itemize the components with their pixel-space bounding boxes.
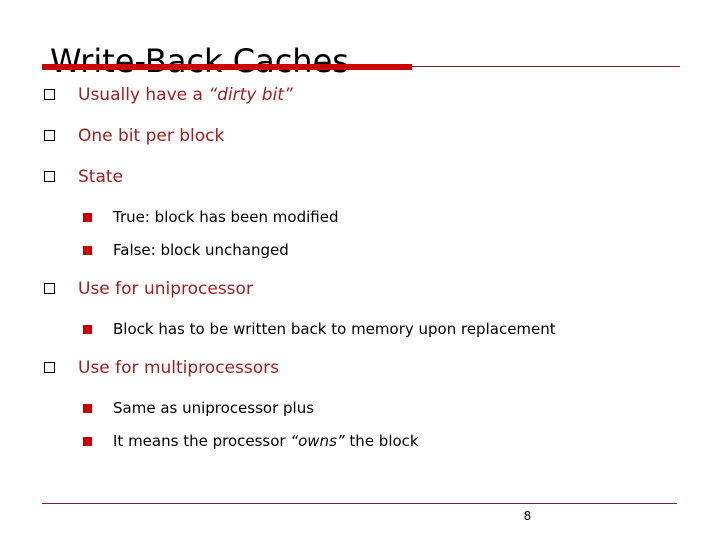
bullet-text: Use for multiprocessors [78,357,720,379]
bullet-item-level2: Same as uniprocessor plus [0,398,708,419]
bullet-text-segment: Same as uniprocessor plus [113,399,315,417]
header-divider-accent-bar [42,64,412,70]
hollow-square-bullet [44,362,55,373]
bullet-text-segment: Block has to be written back to memory u… [113,320,556,338]
bullet-item-level1: Use for uniprocessor [0,278,720,300]
bullet-text-segment: Use for uniprocessor [78,279,253,299]
bullet-text-segment: False: block unchanged [113,241,289,259]
bullet-text: Same as uniprocessor plus [113,398,583,419]
bullet-text: Use for uniprocessor [78,278,720,300]
bullet-item-level2: It means the processor “owns” the block [0,431,708,452]
page-title: Write-Back Caches [50,42,349,81]
bullet-item-level2: False: block unchanged [0,240,708,261]
bullet-text-segment: One bit per block [78,126,225,146]
bullet-item-level1: Use for multiprocessors [0,357,720,379]
bullet-text-segment: It means the processor [113,432,291,450]
bullet-item-level1: State [0,166,720,188]
bullet-item-level2: Block has to be written back to memory u… [0,319,708,340]
filled-square-bullet [83,246,92,255]
bullet-text-emphasis: “owns” [290,432,345,450]
bullet-text: It means the processor “owns” the block [113,431,583,452]
bullet-text-segment: Usually have a [78,85,209,105]
bullet-item-level1: Usually have a “dirty bit” [0,84,720,106]
filled-square-bullet [83,437,92,446]
bullet-text: One bit per block [78,125,720,147]
bullet-item-level1: One bit per block [0,125,720,147]
footer-divider [42,503,677,504]
bullet-list: Usually have a “dirty bit” One bit per bl… [0,84,720,463]
bullet-text-segment: the block [344,432,419,450]
bullet-text-emphasis: “dirty bit” [208,85,293,105]
bullet-text-segment: State [78,167,123,187]
bullet-text: False: block unchanged [113,240,583,261]
bullet-item-level2: True: block has been modified [0,207,708,228]
slide-canvas: Write-Back Caches Usually have a “dirty … [0,0,720,540]
hollow-square-bullet [44,130,55,141]
hollow-square-bullet [44,171,55,182]
filled-square-bullet [83,325,92,334]
bullet-text-segment: Use for multiprocessors [78,358,279,378]
bullet-text: State [78,166,720,188]
bullet-text: Usually have a “dirty bit” [78,84,720,106]
bullet-text: Block has to be written back to memory u… [113,319,583,340]
hollow-square-bullet [44,89,55,100]
page-number: 8 [523,509,532,523]
hollow-square-bullet [44,283,55,294]
filled-square-bullet [83,213,92,222]
filled-square-bullet [83,404,92,413]
bullet-text: True: block has been modified [113,207,583,228]
bullet-text-segment: True: block has been modified [113,208,339,226]
header-divider [42,64,680,72]
